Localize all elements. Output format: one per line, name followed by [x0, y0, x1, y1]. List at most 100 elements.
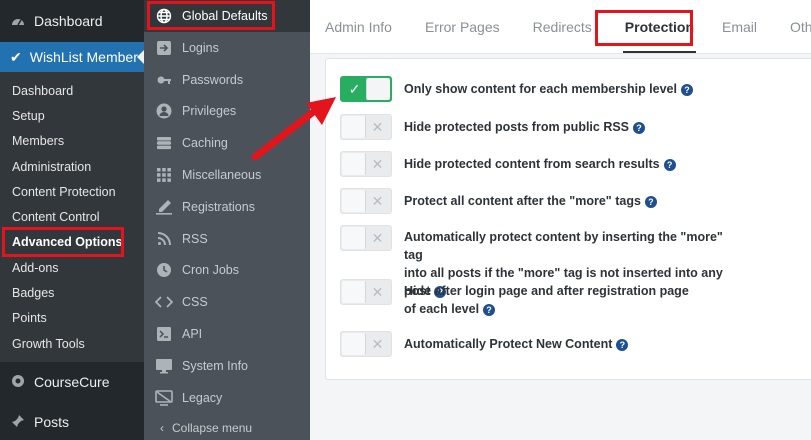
option-text: Hide protected content from search resul… — [404, 157, 660, 171]
toggle-switch[interactable]: ✕ — [340, 279, 392, 305]
option-row: ✓ Only show content for each membership … — [340, 76, 693, 102]
tab-error-pages[interactable]: Error Pages — [425, 19, 500, 35]
x-icon: ✕ — [371, 192, 384, 209]
key-icon — [154, 71, 174, 89]
option-label: Hide after login page and after registra… — [404, 279, 689, 318]
option-row: ✕ Hide protected content from search res… — [340, 151, 676, 177]
sidebar-item-label: Cron Jobs — [182, 263, 239, 278]
collapse-menu-button[interactable]: ‹ Collapse menu — [144, 414, 310, 440]
globe-icon — [154, 7, 174, 25]
wp-menu-dashboard[interactable]: Dashboard — [0, 0, 144, 42]
submenu-badges[interactable]: Badges — [0, 280, 144, 305]
help-icon[interactable]: ? — [483, 303, 496, 316]
help-icon[interactable]: ? — [681, 83, 693, 96]
sidebar-item-label: API — [182, 327, 203, 342]
wp-menu-label: CourseCure — [34, 374, 110, 391]
sidebar-item-registrations[interactable]: Registrations — [144, 191, 310, 223]
sidebar-item-label: Registrations — [182, 199, 255, 214]
toggle-switch[interactable]: ✕ — [340, 331, 392, 357]
annotation-arrow — [251, 97, 336, 161]
toggle-switch[interactable]: ✓ — [340, 76, 392, 102]
option-label: Automatically Protect New Content? — [404, 331, 629, 353]
tab-redirects[interactable]: Redirects — [533, 19, 592, 35]
option-label: Protect all content after the "more" tag… — [404, 188, 657, 210]
submenu-content-control[interactable]: Content Control — [0, 204, 144, 229]
sidebar-item-css[interactable]: CSS — [144, 286, 310, 318]
tab-email[interactable]: Email — [722, 19, 757, 35]
pen-icon — [154, 198, 174, 216]
option-row: ✕ Protect all content after the "more" t… — [340, 188, 657, 214]
submenu-growth-tools[interactable]: Growth Tools — [0, 331, 144, 356]
chevron-left-icon: ‹ — [160, 420, 164, 435]
sidebar-item-label: Logins — [182, 40, 219, 55]
wp-menu-label: Dashboard — [34, 13, 103, 29]
server-icon — [154, 134, 174, 152]
sidebar-item-logins[interactable]: Logins — [144, 32, 310, 64]
wp-admin-sidebar: Dashboard ✔ WishList Member Dashboard Se… — [0, 0, 144, 440]
main-content: Admin Info Error Pages Redirects Protect… — [310, 0, 811, 440]
tab-bar: Admin Info Error Pages Redirects Protect… — [310, 0, 811, 54]
x-icon: ✕ — [371, 155, 384, 172]
x-icon: ✕ — [371, 229, 384, 246]
option-text: Hide protected posts from public RSS — [404, 120, 630, 134]
sidebar-item-global-defaults[interactable]: Global Defaults — [144, 0, 310, 32]
x-icon: ✕ — [371, 283, 384, 300]
submenu-administration[interactable]: Administration — [0, 154, 144, 179]
code-icon — [154, 293, 174, 311]
toggle-switch[interactable]: ✕ — [340, 114, 392, 140]
toggle-switch[interactable]: ✕ — [340, 225, 392, 251]
help-icon[interactable]: ? — [663, 158, 676, 171]
sidebar-item-cron-jobs[interactable]: Cron Jobs — [144, 255, 310, 287]
submenu-members[interactable]: Members — [0, 129, 144, 154]
grid-icon — [154, 166, 174, 184]
check-icon: ✔ — [10, 48, 22, 65]
x-icon: ✕ — [371, 118, 384, 135]
wp-submenu: Dashboard Setup Members Administration C… — [0, 72, 144, 363]
protection-settings-panel: ✓ Only show content for each membership … — [325, 58, 811, 380]
submenu-points[interactable]: Points — [0, 306, 144, 331]
option-text: Only show content for each membership le… — [404, 82, 677, 96]
option-row: ✕ Hide protected posts from public RSS? — [340, 114, 646, 140]
submenu-content-protection[interactable]: Content Protection — [0, 179, 144, 204]
sidebar-item-label: Miscellaneous — [182, 168, 262, 183]
submenu-advanced-options[interactable]: Advanced Options — [0, 230, 144, 255]
option-text: Automatically protect content by inserti… — [404, 230, 723, 262]
option-label: Hide protected posts from public RSS? — [404, 114, 646, 136]
wp-menu-posts[interactable]: Posts — [0, 402, 144, 440]
help-icon[interactable]: ? — [633, 121, 646, 134]
sidebar-item-passwords[interactable]: Passwords — [144, 64, 310, 96]
sidebar-item-label: Legacy — [182, 390, 223, 405]
option-text-line2: of each level — [404, 302, 480, 316]
pin-icon — [10, 414, 26, 431]
tab-admin-info[interactable]: Admin Info — [325, 19, 392, 35]
sidebar-item-label: CSS — [182, 295, 208, 310]
submenu-setup[interactable]: Setup — [0, 103, 144, 128]
toggle-switch[interactable]: ✕ — [340, 188, 392, 214]
help-icon[interactable]: ? — [644, 195, 657, 208]
sidebar-item-label: Passwords — [182, 72, 244, 87]
monitor-icon — [154, 357, 174, 375]
user-icon — [154, 102, 174, 120]
sidebar-item-rss[interactable]: RSS — [144, 223, 310, 255]
wp-menu-wishlist-member[interactable]: ✔ WishList Member — [0, 42, 144, 72]
wp-menu-coursecure[interactable]: CourseCure — [0, 362, 144, 402]
tab-protection[interactable]: Protection — [622, 19, 697, 53]
sidebar-item-label: System Info — [182, 358, 248, 373]
option-label: Hide protected content from search resul… — [404, 151, 676, 173]
sidebar-item-legacy[interactable]: Legacy — [144, 382, 310, 414]
sidebar-item-system-info[interactable]: System Info — [144, 350, 310, 382]
toggle-switch[interactable]: ✕ — [340, 151, 392, 177]
sidebar-item-label: Caching — [182, 136, 228, 151]
sidebar-item-label: Global Defaults — [182, 9, 268, 23]
option-row: ✕ Hide after login page and after regist… — [340, 279, 689, 318]
check-icon: ✓ — [348, 80, 361, 97]
sidebar-item-label: RSS — [182, 231, 208, 246]
submenu-dashboard[interactable]: Dashboard — [0, 78, 144, 103]
tab-other[interactable]: Other — [790, 19, 811, 35]
sidebar-item-api[interactable]: API — [144, 318, 310, 350]
advanced-options-sidebar: Global Defaults Logins Passwords Privile… — [144, 0, 310, 440]
help-icon[interactable]: ? — [616, 338, 629, 351]
submenu-add-ons[interactable]: Add-ons — [0, 255, 144, 280]
legacy-icon — [154, 389, 174, 407]
dashboard-icon — [10, 13, 26, 29]
